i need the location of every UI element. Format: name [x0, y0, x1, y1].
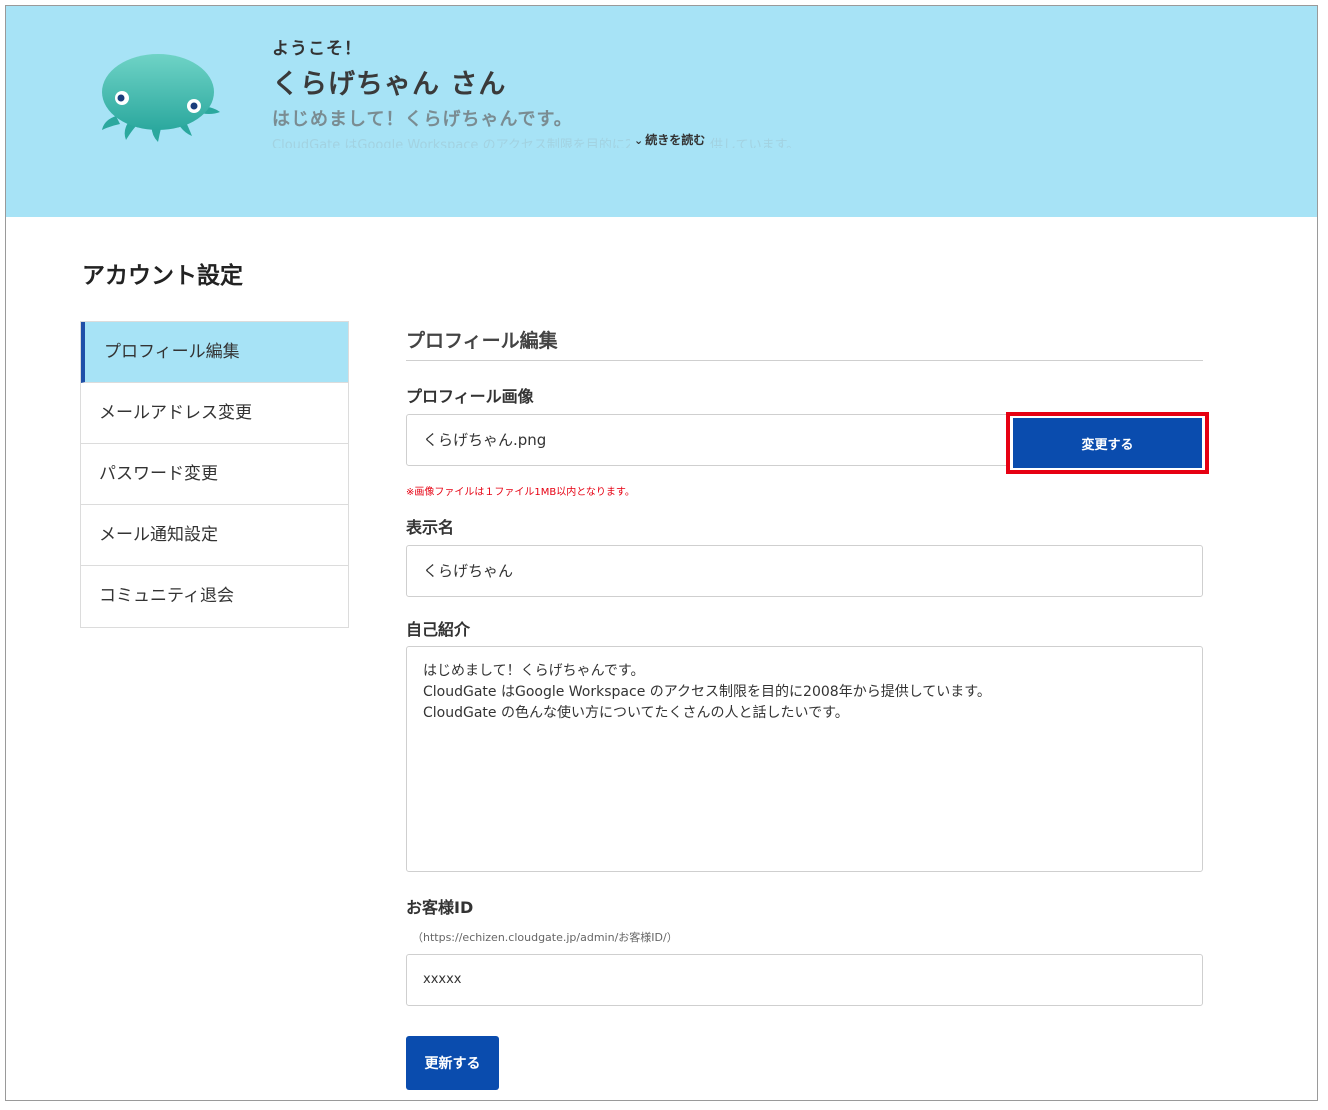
sidebar-item-mail-notification[interactable]: メール通知設定: [81, 505, 348, 566]
profile-image-label: プロフィール画像: [406, 387, 534, 406]
sidebar-item-label: メールアドレス変更: [99, 403, 252, 423]
sidebar-item-profile-edit[interactable]: プロフィール編集: [81, 322, 348, 383]
sidebar-item-label: コミュニティ退会: [99, 586, 234, 606]
section-title: プロフィール編集: [406, 330, 558, 352]
sidebar-item-email-change[interactable]: メールアドレス変更: [81, 383, 348, 444]
image-size-warning: ※画像ファイルは１ファイル1MB以内となります。: [406, 487, 635, 498]
jellyfish-avatar-icon: [102, 54, 220, 142]
sidebar-item-label: メール通知設定: [99, 525, 218, 545]
profile-header: ようこそ！ くらげちゃん さん はじめまして！くらげちゃんです。 CloudGa…: [6, 6, 1317, 217]
sidebar-item-password-change[interactable]: パスワード変更: [81, 444, 348, 505]
customer-id-input[interactable]: xxxxx: [406, 954, 1203, 1006]
welcome-text: ようこそ！: [272, 39, 362, 59]
change-image-button[interactable]: 変更する: [1013, 418, 1202, 468]
sidebar-item-label: パスワード変更: [99, 464, 218, 484]
read-more-link[interactable]: ⌄ 続きを読む: [630, 130, 710, 149]
settings-sidebar: プロフィール編集 メールアドレス変更 パスワード変更 メール通知設定 コミュニテ…: [80, 321, 349, 628]
change-button-highlight: 変更する: [1006, 412, 1209, 474]
bio-label: 自己紹介: [406, 620, 471, 639]
display-name-label: 表示名: [406, 518, 455, 537]
page-title: アカウント設定: [82, 263, 243, 289]
section-divider: [406, 360, 1203, 361]
username: くらげちゃん さん: [272, 69, 507, 100]
chevron-down-icon: ⌄: [634, 134, 644, 147]
bio-textarea[interactable]: はじめまして！くらげちゃんです。 CloudGate はGoogle Works…: [406, 646, 1203, 872]
read-more-label: 続きを読む: [645, 133, 706, 147]
customer-id-hint: （https://echizen.cloudgate.jp/admin/お客様I…: [412, 931, 678, 944]
update-button[interactable]: 更新する: [406, 1036, 499, 1090]
customer-id-label: お客様ID: [406, 898, 474, 917]
page-frame: ようこそ！ くらげちゃん さん はじめまして！くらげちゃんです。 CloudGa…: [5, 5, 1318, 1101]
sidebar-item-leave-community[interactable]: コミュニティ退会: [81, 566, 348, 627]
sidebar-item-label: プロフィール編集: [104, 342, 240, 362]
display-name-input[interactable]: くらげちゃん: [406, 545, 1203, 597]
bio-preview: はじめまして！くらげちゃんです。: [272, 109, 573, 130]
